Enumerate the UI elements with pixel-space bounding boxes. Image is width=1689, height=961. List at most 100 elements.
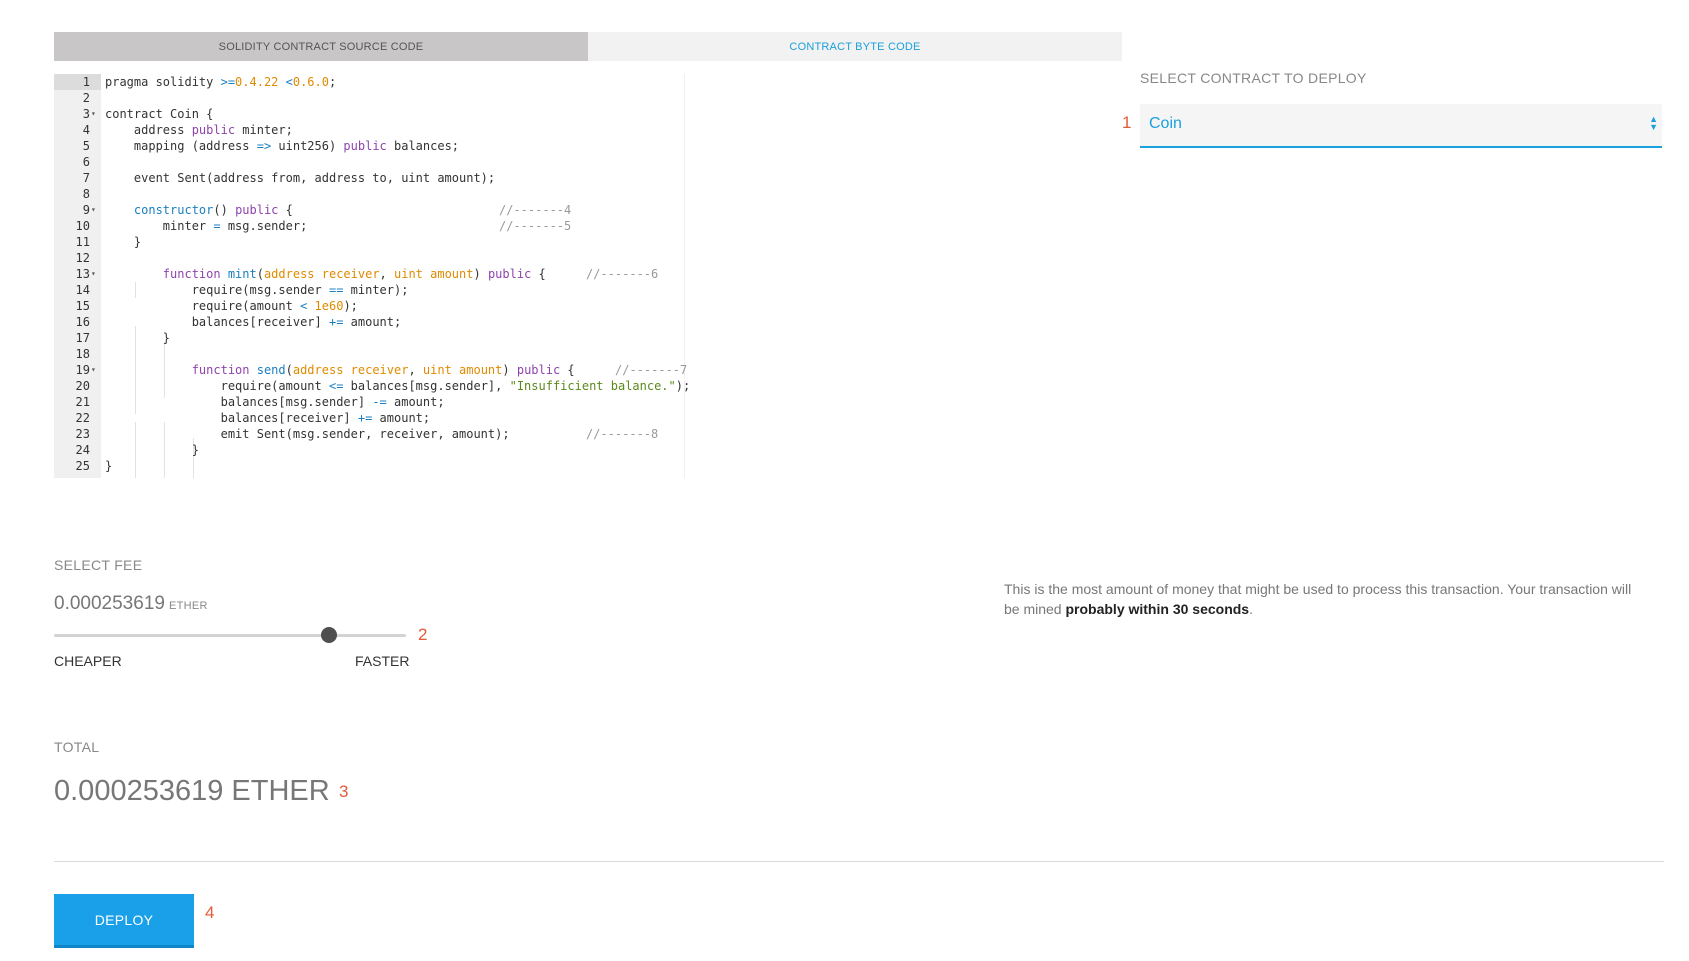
line-number: 2 [82, 91, 90, 105]
code-text: contract Coin { [105, 107, 214, 121]
code-line: 19 ▾ function send(address receiver, uin… [54, 362, 688, 378]
fold-arrow-icon[interactable]: ▾ [91, 106, 96, 122]
code-line: 10 minter = msg.sender; //-------5 [54, 218, 684, 234]
code-text: pragma solidity >=0.4.22 <0.6.0; [105, 75, 337, 89]
line-number: 20 [75, 379, 90, 393]
code-text: function mint(address receiver, uint amo… [105, 267, 546, 281]
code-line: 15 require(amount < 1e60); [54, 298, 684, 314]
code-line: 3 ▾ contract Coin { [54, 106, 684, 122]
code-text: require(amount < 1e60); [105, 299, 358, 313]
fee-slider-track[interactable] [54, 634, 406, 637]
total-label: TOTAL [54, 739, 100, 755]
code-line: 2 [54, 90, 684, 106]
code-text: emit Sent(msg.sender, receiver, amount); [105, 427, 510, 441]
line-number: 10 [75, 219, 90, 233]
code-line: 8 [54, 186, 684, 202]
divider [54, 861, 1664, 862]
cheaper-label: CHEAPER [54, 653, 122, 669]
code-comment: //-------5 [499, 219, 572, 233]
code-line: 1 pragma solidity >=0.4.22 <0.6.0; [54, 74, 684, 90]
code-text: balances[msg.sender] -= amount; [105, 395, 445, 409]
code-text: constructor() public { [105, 203, 293, 217]
code-text: } [105, 459, 113, 473]
code-line: 12 [54, 250, 684, 266]
step-marker-4: 4 [205, 903, 215, 922]
code-line: 13 ▾ function mint(address receiver, uin… [54, 266, 684, 282]
line-number: 22 [75, 411, 90, 425]
code-line: 17 } [54, 330, 684, 346]
fee-slider-thumb[interactable] [320, 627, 337, 643]
code-line: 18 [54, 346, 684, 362]
fee-time-estimate: probably within 30 seconds [1065, 601, 1250, 617]
code-line: 9 ▾ constructor() public { //-------4 [54, 202, 684, 218]
code-text: } [105, 235, 142, 249]
step-marker-2: 2 [418, 625, 428, 644]
line-number: 23 [75, 427, 90, 441]
code-text: } [105, 331, 171, 345]
line-number: 8 [82, 187, 90, 201]
fold-arrow-icon[interactable]: ▾ [91, 362, 96, 378]
tab-solidity-source[interactable]: SOLIDITY CONTRACT SOURCE CODE [54, 32, 588, 61]
code-text: require(msg.sender == minter); [105, 283, 409, 297]
code-line: 20 require(amount <= balances[msg.sender… [54, 378, 691, 394]
code-line: 24 } [54, 442, 684, 458]
select-arrows-icon: ▲ ▼ [1649, 114, 1658, 132]
code-tabs: SOLIDITY CONTRACT SOURCE CODE CONTRACT B… [54, 32, 1122, 61]
code-line: 14 require(msg.sender == minter); [54, 282, 684, 298]
fee-unit: ETHER [168, 600, 208, 612]
line-number: 9 [82, 203, 90, 217]
code-comment: //-------7 [615, 363, 688, 377]
line-number: 12 [75, 251, 90, 265]
line-number: 17 [75, 331, 90, 345]
code-line: 23 emit Sent(msg.sender, receiver, amoun… [54, 426, 684, 442]
code-line: 25 } [54, 458, 684, 474]
tab-contract-byte-code[interactable]: CONTRACT BYTE CODE [588, 32, 1122, 61]
code-line: 21 balances[msg.sender] -= amount; [54, 394, 684, 410]
code-text: balances[receiver] += amount; [105, 411, 431, 425]
line-number: 5 [82, 139, 90, 153]
code-text: require(amount <= balances[msg.sender], … [105, 379, 691, 393]
line-number: 25 [75, 459, 90, 473]
line-number: 4 [82, 123, 90, 137]
code-text: balances[receiver] += amount; [105, 315, 402, 329]
line-number: 24 [75, 443, 90, 457]
code-text: event Sent(address from, address to, uin… [105, 171, 496, 185]
code-text: function send(address receiver, uint amo… [105, 363, 575, 377]
line-number: 6 [82, 155, 90, 169]
line-number: 14 [75, 283, 90, 297]
code-line: 11 } [54, 234, 684, 250]
select-fee-label: SELECT FEE [54, 557, 143, 573]
deploy-button[interactable]: DEPLOY [54, 894, 194, 948]
code-comment: //-------8 [586, 427, 659, 441]
fee-value: 0.000253619 ETHER [54, 593, 208, 615]
code-line: 16 balances[receiver] += amount; [54, 314, 684, 330]
step-marker-1: 1 [1122, 113, 1132, 132]
code-comment: //-------6 [586, 267, 659, 281]
code-text: mapping (address => uint256) public bala… [105, 139, 460, 153]
code-line: 5 mapping (address => uint256) public ba… [54, 138, 684, 154]
contract-select[interactable]: Coin ▲ ▼ [1140, 104, 1662, 148]
line-number: 19 [75, 363, 90, 377]
line-number: 15 [75, 299, 90, 313]
code-line: 7 event Sent(address from, address to, u… [54, 170, 684, 186]
step-marker-3: 3 [339, 782, 349, 801]
code-comment: //-------4 [499, 203, 572, 217]
code-editor[interactable]: 1 pragma solidity >=0.4.22 <0.6.0; 2 3 ▾… [54, 74, 691, 480]
total-value: 0.000253619 ETHER [54, 775, 330, 807]
line-number: 1 [82, 75, 90, 89]
fee-amount: 0.000253619 [54, 593, 165, 614]
fold-arrow-icon[interactable]: ▾ [91, 202, 96, 218]
line-number: 13 [75, 267, 90, 281]
select-contract-label: SELECT CONTRACT TO DEPLOY [1140, 70, 1367, 86]
code-line: 22 balances[receiver] += amount; [54, 410, 684, 426]
fee-description: This is the most amount of money that mi… [1004, 581, 1632, 617]
line-number: 3 [82, 107, 90, 121]
faster-label: FASTER [355, 653, 410, 669]
code-text: } [105, 443, 199, 457]
line-number: 16 [75, 315, 90, 329]
line-number: 21 [75, 395, 90, 409]
code-line: 4 address public minter; [54, 122, 684, 138]
fold-arrow-icon[interactable]: ▾ [91, 266, 96, 282]
code-line: 6 [54, 154, 684, 170]
contract-select-value: Coin [1149, 115, 1182, 132]
